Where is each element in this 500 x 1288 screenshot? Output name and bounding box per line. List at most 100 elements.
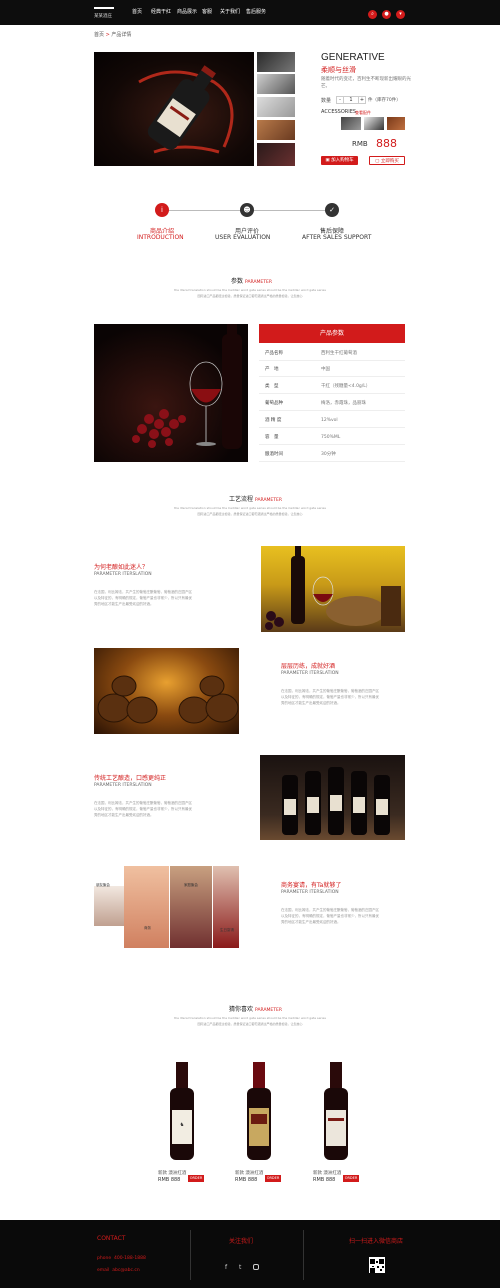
table-row: 酒 精 度 12%vol	[259, 413, 405, 428]
thumbnail-2[interactable]	[257, 74, 295, 94]
product-card-3-name[interactable]: 新款 澳洲红酒	[313, 1170, 341, 1176]
craft-en-4: PARAMETER ITERSLATION	[281, 890, 339, 895]
accessory-2[interactable]	[364, 117, 384, 130]
svg-text:♞: ♞	[180, 1122, 184, 1128]
instagram-icon[interactable]	[253, 1264, 259, 1270]
product-card-3-image[interactable]	[316, 1062, 356, 1162]
users-icon[interactable]: ☻	[240, 203, 254, 217]
breadcrumb-current: 产品详情	[111, 32, 132, 38]
product-card-1-image[interactable]: ♞	[162, 1062, 202, 1162]
breadcrumb-home[interactable]: 首页	[94, 32, 104, 38]
price: 888	[247, 1177, 258, 1183]
quantity-input[interactable]: 1	[344, 96, 358, 104]
order-button[interactable]: ORDER	[343, 1175, 359, 1182]
product-card-2-image[interactable]	[239, 1062, 279, 1162]
facebook-icon[interactable]: f	[225, 1264, 227, 1271]
step-intro-en[interactable]: INTRODUCTION	[137, 234, 184, 241]
craft-image-collage: 朋友聚会 家庭聚会 商务 生日宴请	[94, 866, 239, 948]
params-subtitle-1: the literal translation should be the Ca…	[174, 288, 326, 292]
table-row: 葡萄品种 梅洛，赤霞珠，品丽珠	[259, 396, 405, 411]
wine-glass-grapes-illustration	[132, 324, 242, 449]
twitter-icon[interactable]: t	[239, 1264, 241, 1271]
add-to-cart-button[interactable]: ▣ 加入购物车	[321, 156, 358, 165]
nav-item-classic-red[interactable]: 经典干红	[151, 8, 171, 15]
email-label: email	[97, 1268, 110, 1273]
order-button[interactable]: ORDER	[265, 1175, 281, 1182]
price: 888	[325, 1177, 336, 1183]
user-icon[interactable]: ●	[382, 10, 391, 19]
footer-contact-title: CONTACT	[97, 1235, 126, 1242]
phone-label: phone	[97, 1256, 112, 1261]
craft-heading-1: 为何老酿如此迷人？	[94, 564, 149, 571]
top-navigation-bar: 某某酒庄 首页 经典干红 商品展示 客服 关于我们 售后服务 ⌕ ● ▾	[0, 0, 500, 25]
collage-photo-business	[94, 886, 124, 926]
bottle-icon	[247, 1062, 271, 1160]
product-description: 随着时代的变迁，百利生不断现新出耀眼的光芒。	[321, 77, 411, 89]
craft-heading-2: 层层历练，成就好酒	[281, 663, 336, 670]
thumbnail-4[interactable]	[257, 120, 295, 140]
qr-code-icon[interactable]	[369, 1257, 385, 1273]
param-key: 容 量	[265, 435, 279, 440]
like-subtitle-2: 国际进口产品都经过检验，质量保证进口葡萄酒通过严格的质量检验，让您放心	[197, 1022, 303, 1026]
email-address[interactable]: abc@abc.cn	[112, 1268, 139, 1273]
craft-title-en: PARAMETER	[255, 498, 282, 503]
barrels-illustration	[97, 675, 239, 724]
logo[interactable]: 某某酒庄	[94, 4, 124, 22]
accessory-1[interactable]	[341, 117, 361, 130]
price-value: 888	[376, 137, 397, 150]
product-card-2-name[interactable]: 新款 澳洲红酒	[235, 1170, 263, 1176]
phone-number[interactable]: 400-188-1888	[114, 1256, 146, 1261]
craft-image-bottles	[260, 755, 405, 840]
nav-item-after-sales[interactable]: 售后服务	[246, 8, 266, 15]
wine-bottle-illustration	[138, 65, 234, 154]
shield-icon[interactable]: ✓	[325, 203, 339, 217]
currency: RMB	[158, 1177, 170, 1183]
collage-photo-friends	[124, 866, 169, 948]
craft-heading-3: 传统工艺酿造，口感更纯正	[94, 775, 167, 782]
craft-section-title: 工艺流程 PARAMETER	[229, 494, 282, 503]
nav-item-products[interactable]: 商品展示	[177, 8, 197, 15]
thumbnail-5[interactable]	[257, 143, 295, 166]
param-key: 葡萄品种	[265, 401, 283, 406]
stock-info: 件（库存70件）	[368, 98, 401, 103]
thumbnail-1[interactable]	[257, 52, 295, 72]
step-support-en[interactable]: AFTER SALES SUPPORT	[302, 234, 371, 241]
accessory-3[interactable]	[387, 117, 405, 130]
table-row: 酿酒时间 30分钟	[259, 447, 405, 462]
footer-divider	[303, 1230, 304, 1280]
quantity-minus-button[interactable]: -	[336, 96, 344, 104]
buy-now-button[interactable]: ▢ 立即购买	[369, 156, 405, 165]
quantity-label: 数量	[321, 98, 332, 104]
accessories-link[interactable]: 查看配件	[355, 110, 371, 116]
nav-item-service[interactable]: 客服	[202, 8, 212, 15]
craft-en-1: PARAMETER ITERSLATION	[94, 572, 152, 577]
collage-label-friends: 朋友聚会	[96, 883, 110, 887]
params-title-zh: 参数	[231, 278, 244, 285]
add-to-cart-label: 加入购物车	[331, 158, 354, 163]
craft-en-3: PARAMETER ITERSLATION	[94, 783, 152, 788]
craft-subtitle-1: the literal translation should be the Ca…	[174, 506, 326, 510]
craft-subtitle-2: 国际进口产品都经过检验，质量保证进口葡萄酒通过严格的质量检验，让您放心	[197, 512, 303, 516]
craft-image-vineyard	[261, 546, 405, 632]
collage-label-birthday: 生日宴请	[220, 928, 234, 932]
nav-item-home[interactable]: 首页	[132, 8, 142, 15]
product-card-1-name[interactable]: 新款 澳洲红酒	[158, 1170, 186, 1176]
step-evaluation-en[interactable]: USER EVALUATION	[215, 234, 270, 241]
currency: RMB	[235, 1177, 247, 1183]
param-value: 梅洛，赤霞珠，品丽珠	[321, 401, 366, 406]
param-value: 西利生干红葡萄酒	[321, 351, 357, 356]
footer-phone: phone 400-188-1888	[97, 1256, 146, 1261]
params-subtitle-2: 国际进口产品都经过检验，质量保证进口葡萄酒通过严格的质量检验，让您放心	[197, 294, 303, 298]
thumbnail-3[interactable]	[257, 97, 295, 117]
product-main-image[interactable]	[94, 52, 254, 166]
search-icon[interactable]: ⌕	[368, 10, 377, 19]
quantity-plus-button[interactable]: +	[358, 96, 366, 104]
collage-photo-birthday	[213, 866, 239, 948]
info-icon[interactable]: i	[155, 203, 169, 217]
param-value: 30分钟	[321, 452, 336, 457]
order-button[interactable]: ORDER	[188, 1175, 204, 1182]
cart-icon[interactable]: ▾	[396, 10, 405, 19]
nav-item-about[interactable]: 关于我们	[220, 8, 240, 15]
product-card-1-price: RMB 888	[158, 1177, 180, 1183]
param-value: 干红（残糖量<4.0g/L）	[321, 384, 371, 389]
